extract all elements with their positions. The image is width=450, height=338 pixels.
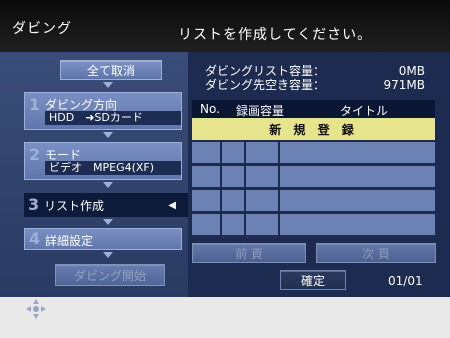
prev-page-label: 前 頁 — [235, 246, 263, 261]
free-capacity-value: 971MB — [383, 78, 426, 92]
step-dubbing-direction[interactable]: 1 ダビング方向 HDD ➜SDカード — [24, 92, 182, 130]
step-label: 詳細設定 — [45, 234, 94, 248]
capacity-info: ダビングリスト容量： 0MB ダビング先空き容量： 971MB — [205, 64, 435, 92]
left-arrow-icon: ◀ — [168, 200, 176, 211]
step-number: 2 — [29, 145, 41, 164]
header-title: タイトル — [340, 104, 389, 118]
table-header: No. 録画容量 タイトル — [192, 100, 435, 118]
free-capacity-label: ダビング先空き容量： — [205, 78, 326, 92]
list-capacity-label: ダビングリスト容量： — [205, 64, 326, 78]
step-value: HDD ➜SDカード — [45, 111, 181, 125]
clear-all-button[interactable]: 全て取消 — [60, 60, 162, 80]
down-arrow-icon — [103, 252, 113, 258]
confirm-button[interactable]: 確定 — [280, 270, 346, 290]
header-bar: ダビング リストを作成してください。 — [0, 0, 450, 52]
prev-page-button[interactable]: 前 頁 — [192, 243, 306, 263]
down-arrow-icon — [103, 132, 113, 138]
next-page-label: 次 頁 — [362, 246, 390, 261]
instruction-message: リストを作成してください。 — [178, 27, 373, 43]
table-row[interactable] — [192, 214, 435, 236]
start-dubbing-label: ダビング開始 — [73, 268, 146, 283]
dubbing-screen: ダビング リストを作成してください。 全て取消 1 ダビング方向 HDD ➜SD… — [0, 0, 450, 338]
start-dubbing-button[interactable]: ダビング開始 — [55, 264, 165, 286]
clear-all-label: 全て取消 — [86, 63, 135, 78]
new-entry-row[interactable]: 新 規 登 録 — [192, 118, 435, 140]
step-value: ビデオ MPEG4(XF) — [45, 161, 181, 175]
step-detail-settings[interactable]: 4 詳細設定 — [24, 228, 182, 250]
list-capacity-value: 0MB — [398, 64, 425, 78]
table-row[interactable] — [192, 166, 435, 188]
step-number: 3 — [28, 195, 40, 214]
header-capacity: 録画容量 — [236, 104, 285, 118]
page-indicator: 01/01 — [388, 274, 423, 288]
confirm-label: 確定 — [300, 273, 325, 288]
new-entry-label: 新 規 登 録 — [269, 122, 358, 137]
screen-title: ダビング — [12, 21, 72, 37]
dpad-icon — [24, 297, 48, 321]
down-arrow-icon — [103, 182, 113, 188]
table-row[interactable] — [192, 190, 435, 212]
down-arrow-icon — [103, 82, 113, 88]
header-no: No. — [200, 102, 220, 116]
step-list-create[interactable]: 3 リスト作成 ◀ — [24, 193, 188, 217]
next-page-button[interactable]: 次 頁 — [316, 243, 436, 263]
step-label: リスト作成 — [44, 199, 105, 213]
step-number: 1 — [29, 95, 41, 114]
down-arrow-icon — [103, 219, 113, 225]
table-row[interactable] — [192, 142, 435, 164]
step-mode[interactable]: 2 モード ビデオ MPEG4(XF) — [24, 142, 182, 180]
step-number: 4 — [29, 229, 41, 248]
